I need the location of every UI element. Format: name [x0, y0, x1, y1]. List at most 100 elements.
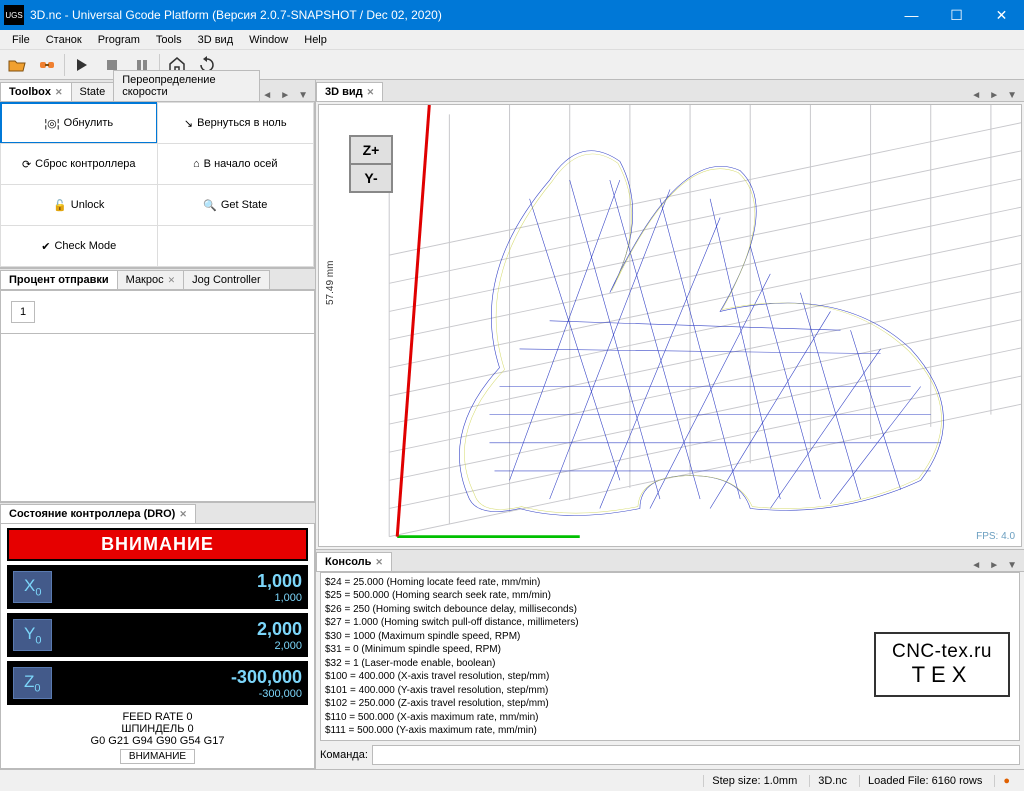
tab-toolbox-label: Toolbox — [9, 86, 51, 98]
dro-footer: FEED RATE 0 ШПИНДЕЛЬ 0 G0 G21 G94 G90 G5… — [5, 709, 310, 766]
main-area: Toolbox✕ State Переопределение скорости … — [0, 80, 1024, 769]
page-1-button[interactable]: 1 — [11, 301, 35, 323]
soft-reset-label: Сброс контроллера — [35, 158, 135, 170]
title-bar: UGS 3D.nc - Universal Gcode Platform (Ве… — [0, 0, 1024, 30]
connect-icon[interactable] — [34, 52, 60, 78]
tab-dro-label: Состояние контроллера (DRO) — [9, 508, 175, 520]
tab-scroll-right-icon[interactable]: ► — [986, 90, 1002, 101]
menu-window[interactable]: Window — [241, 32, 296, 48]
dro-z-axis-button[interactable]: Z0 — [13, 667, 52, 699]
get-state-button[interactable]: 🔍Get State — [157, 184, 315, 226]
tab-jog[interactable]: Jog Controller — [183, 270, 269, 289]
close-icon[interactable]: ✕ — [179, 509, 187, 520]
dro-x-machine: 1,000 — [257, 592, 302, 604]
tab-state[interactable]: State — [71, 82, 115, 101]
toolbox-grid: ¦◎¦Обнулить ↘Вернуться в ноль ⟳ Сброс кон… — [0, 102, 315, 268]
open-file-icon[interactable] — [4, 52, 30, 78]
empty-cell — [157, 225, 315, 267]
dro-y-row[interactable]: Y0 2,0002,000 — [7, 613, 308, 657]
command-input[interactable] — [372, 745, 1020, 765]
tab-scroll-left-icon[interactable]: ◄ — [259, 90, 275, 101]
minimize-button[interactable]: — — [889, 0, 934, 30]
tab-send-pct[interactable]: Процент отправки — [0, 270, 118, 289]
dro-z-row[interactable]: Z0 -300,000-300,000 — [7, 661, 308, 705]
soft-reset-button[interactable]: ⟳ Сброс контроллера — [0, 143, 158, 185]
menu-help[interactable]: Help — [296, 32, 335, 48]
dro-x-axis-button[interactable]: X0 — [13, 571, 52, 603]
tab-3dview[interactable]: 3D вид ✕ — [316, 82, 383, 101]
axes-home-label: В начало осей — [204, 158, 278, 170]
maximize-button[interactable]: ☐ — [934, 0, 979, 30]
check-icon: ✔ — [41, 240, 50, 253]
dro-z-value: -300,000 — [231, 667, 302, 688]
dro-y-axis-button[interactable]: Y0 — [13, 619, 52, 651]
console-output[interactable]: $23 = 4 (Homing direction invert, mask)$… — [320, 572, 1020, 741]
console-tabs: Консоль ✕ ◄►▼ — [316, 550, 1024, 572]
check-mode-label: Check Mode — [54, 240, 116, 252]
left-mid-tabs: Процент отправки Макрос ✕ Jog Controller — [0, 268, 315, 290]
close-icon[interactable]: ✕ — [55, 87, 63, 98]
tab-scroll-left-icon[interactable]: ◄ — [968, 560, 984, 571]
tab-scroll-right-icon[interactable]: ► — [277, 90, 293, 101]
dro-y-machine: 2,000 — [257, 640, 302, 652]
status-bar: Step size: 1.0mm 3D.nc Loaded File: 6160… — [0, 769, 1024, 791]
reset-icon: ⟳ — [22, 158, 31, 171]
lock-icon: 🔓 — [53, 199, 67, 212]
tab-dro[interactable]: Состояние контроллера (DRO) ✕ — [0, 504, 196, 523]
window-title: 3D.nc - Universal Gcode Platform (Версия… — [30, 8, 889, 22]
tab-macros-label: Макрос — [126, 274, 164, 286]
command-row: Команда: — [316, 741, 1024, 769]
tab-menu-icon[interactable]: ▼ — [1004, 90, 1020, 101]
console-pane: Консоль ✕ ◄►▼ $23 = 4 (Homing direction … — [316, 549, 1024, 769]
search-icon: 🔍 — [203, 199, 217, 212]
view-axis-buttons: Z+ Y- — [349, 135, 393, 191]
z-plus-button[interactable]: Z+ — [349, 135, 393, 165]
ruler-label: 57.49 mm — [325, 261, 336, 305]
menu-3dview[interactable]: 3D вид — [190, 32, 242, 48]
tab-console[interactable]: Консоль ✕ — [316, 552, 392, 571]
status-step: Step size: 1.0mm — [703, 775, 805, 787]
tab-scroll-right-icon[interactable]: ► — [986, 560, 1002, 571]
close-icon[interactable]: ✕ — [375, 557, 383, 568]
3d-viewport[interactable]: Z+ Y- 57.49 mm FPS: 4.0 — [318, 104, 1022, 547]
gcodes-label: G0 G21 G94 G90 G54 G17 — [7, 735, 308, 747]
tab-console-label: Консоль — [325, 556, 371, 568]
tab-menu-icon[interactable]: ▼ — [1004, 560, 1020, 571]
menu-bar: File Станок Program Tools 3D вид Window … — [0, 30, 1024, 50]
close-icon[interactable]: ✕ — [367, 87, 375, 98]
dro-panel: ВНИМАНИЕ X0 1,0001,000 Y0 2,0002,000 Z0 … — [0, 524, 315, 769]
alarm-banner: ВНИМАНИЕ — [7, 528, 308, 561]
close-button[interactable]: ✕ — [979, 0, 1024, 30]
return-icon: ↘ — [184, 117, 193, 130]
left-top-tabs: Toolbox✕ State Переопределение скорости … — [0, 80, 315, 102]
tab-toolbox[interactable]: Toolbox ✕ — [0, 82, 72, 101]
view-tabs: 3D вид ✕ ◄►▼ — [316, 80, 1024, 102]
home-button[interactable]: ¦◎¦Обнулить — [0, 102, 158, 144]
tab-speed-override[interactable]: Переопределение скорости — [113, 70, 260, 101]
tab-scroll-left-icon[interactable]: ◄ — [968, 90, 984, 101]
home-icon: ⌂ — [193, 158, 200, 170]
status-indicator-icon: ● — [994, 775, 1018, 787]
tab-menu-icon[interactable]: ▼ — [295, 90, 311, 101]
tab-macros[interactable]: Макрос ✕ — [117, 270, 185, 289]
menu-machine[interactable]: Станок — [38, 32, 90, 48]
left-pane: Toolbox✕ State Переопределение скорости … — [0, 80, 316, 769]
play-icon[interactable] — [69, 52, 95, 78]
home-label: Обнулить — [64, 117, 114, 129]
dro-y-value: 2,000 — [257, 619, 302, 640]
menu-tools[interactable]: Tools — [148, 32, 190, 48]
app-logo: UGS — [4, 5, 24, 25]
close-icon[interactable]: ✕ — [168, 275, 176, 286]
check-mode-button[interactable]: ✔ Check Mode — [0, 225, 158, 267]
y-minus-button[interactable]: Y- — [349, 163, 393, 193]
dro-x-row[interactable]: X0 1,0001,000 — [7, 565, 308, 609]
command-label: Команда: — [320, 749, 368, 761]
menu-program[interactable]: Program — [90, 32, 148, 48]
alarm-button[interactable]: ВНИМАНИЕ — [120, 749, 195, 764]
return-zero-button[interactable]: ↘Вернуться в ноль — [157, 102, 315, 144]
feed-rate-label: FEED RATE 0 — [7, 711, 308, 723]
fps-label: FPS: 4.0 — [976, 531, 1015, 542]
axes-home-button[interactable]: ⌂ В начало осей — [157, 143, 315, 185]
menu-file[interactable]: File — [4, 32, 38, 48]
unlock-button[interactable]: 🔓Unlock — [0, 184, 158, 226]
